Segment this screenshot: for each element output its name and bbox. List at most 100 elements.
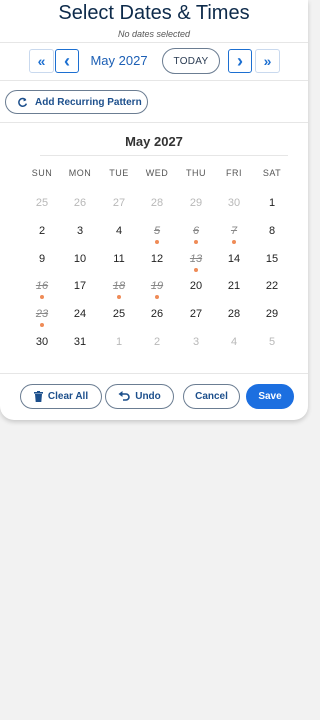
day-number: 27 (112, 197, 126, 209)
calendar-day[interactable]: 10 (65, 253, 95, 273)
calendar-day[interactable]: 14 (219, 253, 249, 273)
double-chevron-right-icon: » (263, 53, 272, 69)
day-number: 24 (73, 308, 87, 320)
event-dot (194, 240, 198, 244)
page-title: Select Dates & Times (58, 2, 250, 24)
calendar-day[interactable]: 26 (142, 308, 172, 328)
day-number: 6 (192, 225, 200, 237)
day-number: 26 (73, 197, 87, 209)
day-number: 31 (73, 336, 87, 348)
day-number: 18 (112, 280, 126, 292)
day-number: 17 (73, 280, 87, 292)
day-number: 5 (268, 336, 276, 348)
day-number: 12 (150, 253, 164, 265)
calendar-day: 2 (142, 336, 172, 356)
calendar-day: 30 (219, 197, 249, 217)
date-picker-panel: Select Dates & Times No dates selected «… (0, 0, 308, 420)
clear-all-label: Clear All (47, 391, 89, 402)
calendar-day[interactable]: 1 (257, 197, 287, 217)
day-number: 1 (268, 197, 276, 209)
calendar-day[interactable]: 4 (104, 225, 134, 245)
event-dot (40, 295, 44, 299)
selection-status: No dates selected (117, 29, 191, 39)
calendar-day: 1 (104, 336, 134, 356)
day-number: 15 (265, 253, 279, 265)
weekday-label: TUE (109, 168, 129, 178)
undo-icon (118, 391, 130, 401)
day-number: 22 (265, 280, 279, 292)
calendar-day[interactable]: 24 (65, 308, 95, 328)
save-button[interactable]: Save (246, 384, 294, 409)
event-dot (40, 323, 44, 327)
calendar-day[interactable]: 3 (65, 225, 95, 245)
calendar-day: 29 (181, 197, 211, 217)
day-number: 13 (189, 253, 203, 265)
day-number: 1 (115, 336, 123, 348)
calendar-day[interactable]: 27 (181, 308, 211, 328)
cancel-button[interactable]: Cancel (183, 384, 240, 409)
calendar-day[interactable]: 8 (257, 225, 287, 245)
day-number: 25 (35, 197, 49, 209)
day-number: 29 (265, 308, 279, 320)
calendar-day[interactable]: 21 (219, 280, 249, 300)
calendar-day: 16 (27, 280, 57, 300)
day-number: 29 (189, 197, 203, 209)
day-number: 4 (115, 225, 123, 237)
next-month-button[interactable]: › (228, 49, 252, 73)
calendar-day: 19 (142, 280, 172, 300)
day-number: 30 (227, 197, 241, 209)
calendar-day[interactable]: 9 (27, 253, 57, 273)
calendar-day[interactable]: 12 (142, 253, 172, 273)
day-number: 25 (112, 308, 126, 320)
calendar-day[interactable]: 30 (27, 336, 57, 356)
day-number: 10 (73, 253, 87, 265)
divider (0, 373, 308, 374)
divider (0, 42, 308, 43)
prev-month-button[interactable]: ‹ (55, 49, 79, 73)
day-number: 4 (230, 336, 238, 348)
add-recurring-pattern-button[interactable]: Add Recurring Pattern (5, 90, 148, 114)
calendar-day[interactable]: 2 (27, 225, 57, 245)
calendar-day: 27 (104, 197, 134, 217)
calendar-day: 23 (27, 308, 57, 328)
undo-label: Undo (135, 391, 161, 402)
calendar-day: 25 (27, 197, 57, 217)
calendar-month-title: May 2027 (125, 134, 183, 149)
divider (40, 155, 288, 156)
weekday-label: MON (68, 168, 92, 178)
divider (0, 122, 308, 123)
calendar-day[interactable]: 22 (257, 280, 287, 300)
calendar-day: 4 (219, 336, 249, 356)
next-year-button[interactable]: » (255, 49, 280, 73)
calendar-day[interactable]: 17 (65, 280, 95, 300)
calendar-day[interactable]: 15 (257, 253, 287, 273)
calendar-day[interactable]: 20 (181, 280, 211, 300)
weekday-label: SUN (31, 168, 53, 178)
prev-year-button[interactable]: « (29, 49, 54, 73)
weekday-label: THU (186, 168, 206, 178)
event-dot (194, 268, 198, 272)
calendar-day[interactable]: 31 (65, 336, 95, 356)
calendar-day: 26 (65, 197, 95, 217)
calendar-day: 18 (104, 280, 134, 300)
clear-all-button[interactable]: Clear All (20, 384, 102, 409)
day-number: 26 (150, 308, 164, 320)
weekday-label: FRI (226, 168, 242, 178)
day-number: 30 (35, 336, 49, 348)
double-chevron-left-icon: « (37, 53, 46, 69)
today-button[interactable]: TODAY (162, 48, 220, 74)
calendar-day: 13 (181, 253, 211, 273)
calendar-day[interactable]: 11 (104, 253, 134, 273)
calendar-day[interactable]: 28 (219, 308, 249, 328)
day-number: 2 (153, 336, 161, 348)
divider (0, 80, 308, 81)
undo-button[interactable]: Undo (105, 384, 174, 409)
calendar-day[interactable]: 29 (257, 308, 287, 328)
day-number: 8 (268, 225, 276, 237)
day-number: 5 (153, 225, 161, 237)
calendar-day[interactable]: 25 (104, 308, 134, 328)
current-month-label: May 2027 (90, 53, 148, 68)
day-number: 7 (230, 225, 238, 237)
day-number: 16 (35, 280, 49, 292)
day-number: 21 (227, 280, 241, 292)
